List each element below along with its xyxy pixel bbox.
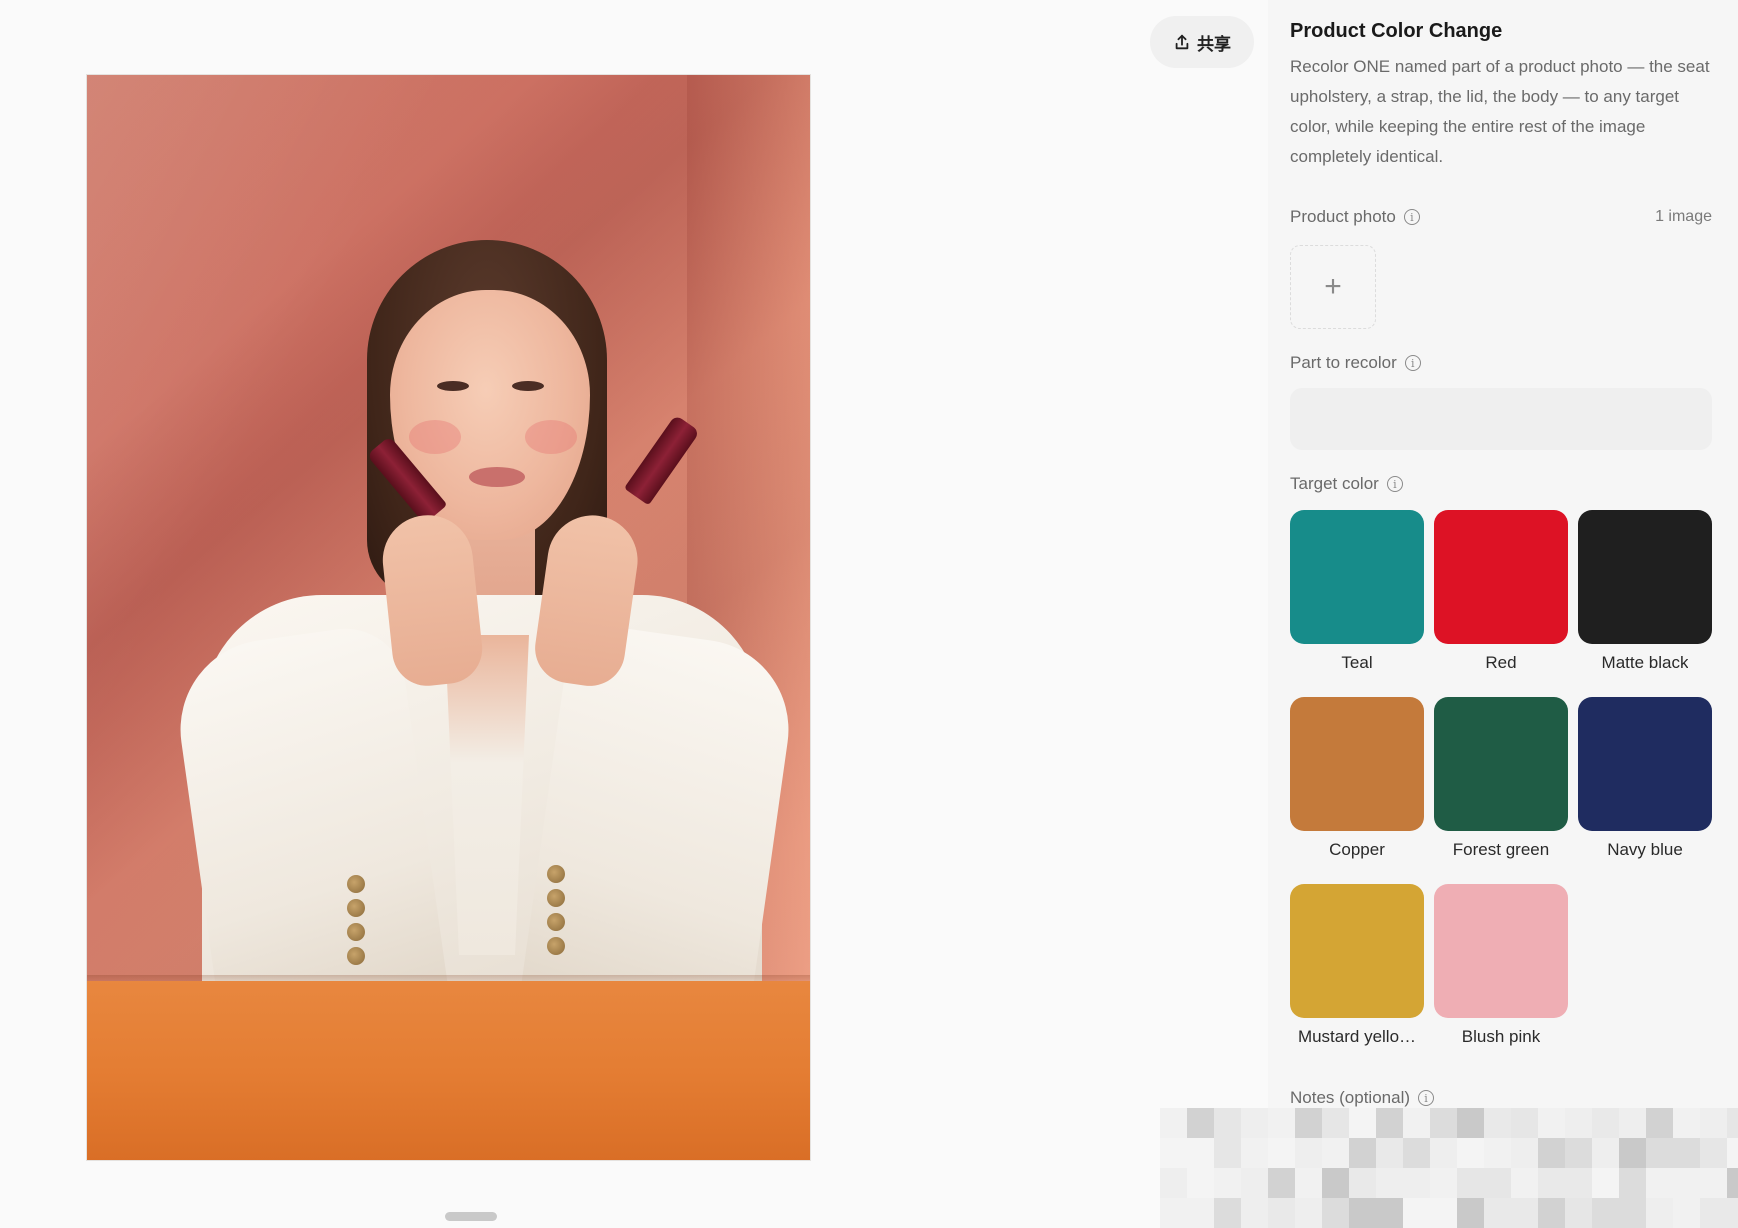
color-swatch[interactable]: Matte black [1578, 510, 1712, 679]
image-count: 1 image [1655, 208, 1712, 225]
color-swatch-label: Copper [1329, 840, 1385, 859]
app-window: 共享 Product Color Change Recolor ONE name… [0, 0, 1738, 1228]
color-swatch-label: Red [1485, 653, 1517, 672]
color-swatch-label: Matte black [1601, 653, 1689, 672]
color-swatch-chip[interactable] [1290, 697, 1424, 831]
info-icon[interactable]: i [1386, 476, 1403, 492]
color-swatch-label: Navy blue [1607, 840, 1683, 859]
color-swatch[interactable]: Copper [1290, 697, 1424, 866]
color-swatch-chip[interactable] [1290, 510, 1424, 644]
color-swatch-label: Mustard yello… [1297, 1027, 1417, 1046]
photo-eye [512, 381, 544, 391]
photo-cheek [525, 420, 577, 454]
part-to-recolor-label-text: Part to recolor [1290, 353, 1397, 372]
target-color-label-text: Target color [1290, 474, 1379, 493]
color-swatch-chip[interactable] [1578, 697, 1712, 831]
photo-lips [469, 467, 525, 487]
share-button-label: 共享 [1197, 34, 1231, 54]
canvas-pane: 共享 [0, 0, 1268, 1228]
color-swatch[interactable]: Forest green [1434, 697, 1568, 866]
color-swatch-chip[interactable] [1434, 510, 1568, 644]
info-icon[interactable]: i [1418, 1090, 1435, 1106]
color-swatch-label: Blush pink [1461, 1027, 1541, 1046]
color-swatch-chip[interactable] [1434, 697, 1568, 831]
color-swatch[interactable]: Blush pink [1434, 884, 1568, 1053]
panel-title: Product Color Change [1290, 20, 1503, 42]
share-icon [1175, 34, 1189, 50]
color-swatch-chip[interactable] [1578, 510, 1712, 644]
notes-label-text: Notes (optional) [1290, 1088, 1411, 1107]
info-icon[interactable]: i [1403, 209, 1420, 225]
share-button[interactable]: 共享 [1150, 16, 1254, 68]
target-color-swatches: Teal Red Matte black Copper Forest green Navy… [1290, 510, 1714, 1053]
photo-cheek [409, 420, 461, 454]
product-photo-label: Product photo i [1290, 207, 1420, 227]
photo-cuff-buttons [547, 865, 565, 961]
plus-icon: + [1324, 270, 1342, 303]
photo-table [87, 981, 810, 1160]
product-photo-label-text: Product photo [1290, 207, 1396, 226]
add-photo-button[interactable]: + [1290, 245, 1376, 329]
photo-cuff-buttons [347, 875, 365, 971]
color-swatch[interactable]: Teal [1290, 510, 1424, 679]
color-swatch[interactable]: Navy blue [1578, 697, 1712, 866]
part-to-recolor-label: Part to recolor i [1290, 353, 1421, 373]
color-swatch-label: Forest green [1452, 840, 1550, 859]
color-swatch-label: Teal [1341, 653, 1373, 672]
info-icon[interactable]: i [1404, 355, 1421, 371]
target-color-label: Target color i [1290, 474, 1403, 494]
panel-description: Recolor ONE named part of a product phot… [1290, 57, 1710, 166]
color-swatch-chip[interactable] [1290, 884, 1424, 1018]
color-swatch-chip[interactable] [1434, 884, 1568, 1018]
product-photo-preview [86, 74, 811, 1161]
color-swatch[interactable]: Mustard yello… [1290, 884, 1424, 1053]
notes-label: Notes (optional) i [1290, 1088, 1435, 1108]
photo-eye [437, 381, 469, 391]
obscured-region [1160, 1108, 1738, 1228]
color-swatch[interactable]: Red [1434, 510, 1568, 679]
part-to-recolor-input[interactable] [1290, 388, 1712, 450]
settings-panel: Product Color Change Recolor ONE named p… [1268, 0, 1738, 1228]
drag-handle[interactable] [445, 1212, 497, 1221]
